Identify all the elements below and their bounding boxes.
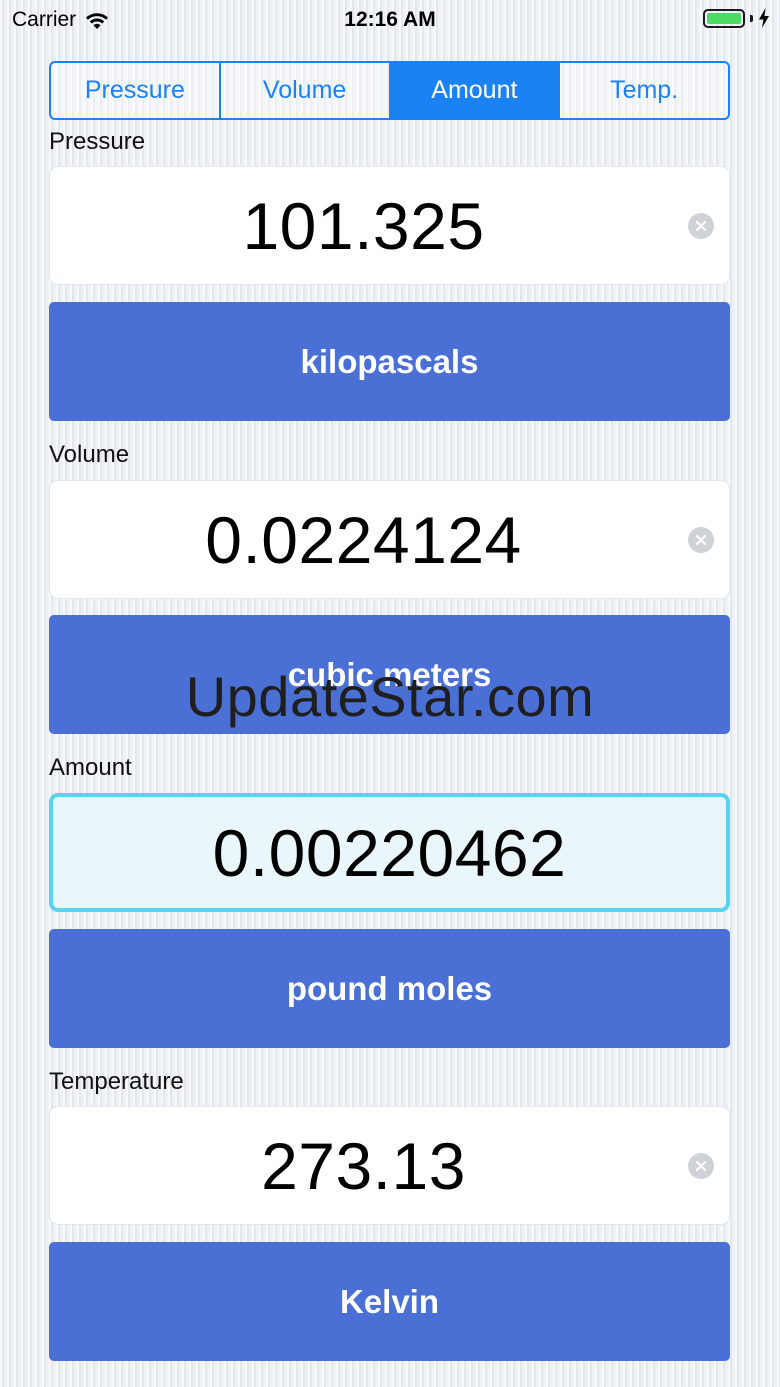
pressure-unit-button[interactable]: kilopascals bbox=[49, 302, 730, 421]
pressure-label: Pressure bbox=[49, 128, 146, 155]
amount-input[interactable]: 0.00220462 bbox=[49, 793, 730, 912]
battery-level bbox=[707, 12, 741, 24]
charging-bolt-icon bbox=[758, 8, 770, 28]
battery-status bbox=[703, 8, 770, 28]
pressure-value: 101.325 bbox=[242, 188, 485, 263]
status-time: 12:16 AM bbox=[344, 8, 436, 31]
quantity-segmented-control: Pressure Volume Amount Temp. bbox=[49, 61, 730, 120]
tab-temperature[interactable]: Temp. bbox=[560, 63, 728, 118]
temperature-clear-icon[interactable] bbox=[688, 1152, 714, 1179]
volume-input[interactable]: 0.0224124 bbox=[49, 480, 730, 599]
tab-volume[interactable]: Volume bbox=[221, 63, 391, 118]
temperature-value: 273.13 bbox=[261, 1128, 466, 1203]
tab-amount[interactable]: Amount bbox=[390, 63, 561, 118]
amount-label: Amount bbox=[49, 754, 132, 781]
battery-tip bbox=[750, 14, 753, 22]
temperature-unit-button[interactable]: Kelvin bbox=[49, 1242, 730, 1361]
temperature-input[interactable]: 273.13 bbox=[49, 1106, 730, 1225]
volume-clear-icon[interactable] bbox=[688, 526, 714, 553]
pressure-input[interactable]: 101.325 bbox=[49, 166, 730, 285]
temperature-label: Temperature bbox=[49, 1068, 184, 1095]
volume-value: 0.0224124 bbox=[205, 502, 522, 577]
volume-unit-button[interactable]: cubic meters bbox=[49, 615, 730, 734]
volume-label: Volume bbox=[49, 441, 130, 468]
amount-value: 0.00220462 bbox=[212, 815, 567, 890]
tab-pressure[interactable]: Pressure bbox=[51, 63, 221, 118]
status-bar: Carrier 12:16 AM bbox=[0, 0, 780, 40]
amount-unit-button[interactable]: pound moles bbox=[49, 929, 730, 1048]
battery-icon bbox=[703, 8, 745, 28]
pressure-clear-icon[interactable] bbox=[688, 212, 714, 239]
